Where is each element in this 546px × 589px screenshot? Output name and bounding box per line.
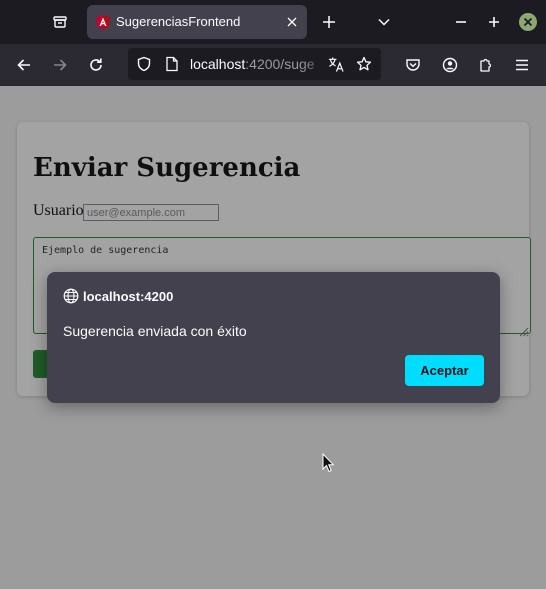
chevron-down-icon[interactable] xyxy=(368,6,400,38)
tab-active[interactable]: SugerenciasFrontend xyxy=(87,5,307,39)
url-host: localhost xyxy=(190,56,246,72)
tab-title: SugerenciasFrontend xyxy=(116,14,241,29)
favicon-icon xyxy=(95,14,111,30)
forward-icon[interactable] xyxy=(44,49,76,81)
url-bar[interactable]: localhost:4200/suge xyxy=(128,48,381,80)
reload-icon[interactable] xyxy=(80,49,112,81)
tab-overview-icon[interactable] xyxy=(44,6,76,38)
globe-icon xyxy=(63,288,79,304)
url-fade xyxy=(301,48,331,80)
alert-dialog: localhost:4200 Sugerencia enviada con éx… xyxy=(47,272,500,403)
extensions-icon[interactable] xyxy=(470,49,502,81)
back-icon[interactable] xyxy=(8,49,40,81)
dialog-message: Sugerencia enviada con éxito xyxy=(63,323,247,339)
tab-strip: SugerenciasFrontend xyxy=(0,0,546,44)
star-icon[interactable] xyxy=(356,56,372,72)
maximize-icon[interactable] xyxy=(478,6,510,38)
page-icon[interactable] xyxy=(164,56,180,72)
pocket-icon[interactable] xyxy=(397,49,429,81)
new-tab-icon[interactable] xyxy=(313,6,345,38)
mouse-cursor-icon xyxy=(322,452,335,473)
url-text[interactable]: localhost:4200/suge xyxy=(190,56,315,72)
close-icon[interactable] xyxy=(283,13,301,31)
dialog-origin: localhost:4200 xyxy=(83,289,174,304)
minimize-icon[interactable] xyxy=(445,6,477,38)
accept-button[interactable]: Aceptar xyxy=(405,355,484,386)
shield-icon[interactable] xyxy=(136,56,152,72)
translate-icon[interactable] xyxy=(328,56,344,72)
menu-icon[interactable] xyxy=(506,49,538,81)
navigation-bar: localhost:4200/suge xyxy=(0,44,546,86)
account-icon[interactable] xyxy=(434,49,466,81)
window-close-icon[interactable] xyxy=(512,6,544,38)
